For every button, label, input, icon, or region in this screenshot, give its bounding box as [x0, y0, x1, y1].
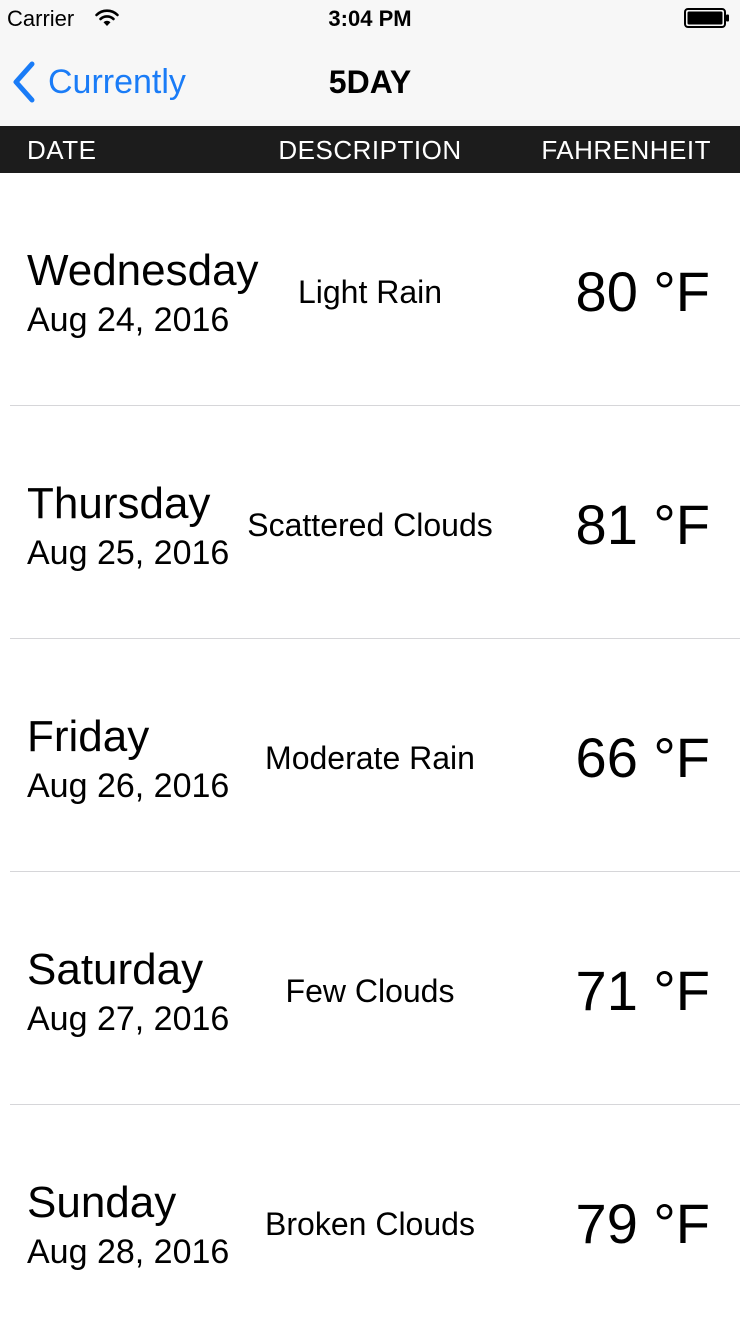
temperature: 80 °F — [575, 260, 710, 323]
status-bar: Carrier 3:04 PM — [0, 0, 740, 38]
forecast-row[interactable]: Wednesday Aug 24, 2016 Light Rain 80 °F — [0, 173, 740, 406]
table-header: DATE DESCRIPTION FAHRENHEIT — [0, 126, 740, 173]
battery-icon — [684, 8, 729, 28]
forecast-row[interactable]: Thursday Aug 25, 2016 Scattered Clouds 8… — [0, 406, 740, 639]
temperature: 79 °F — [575, 1192, 710, 1255]
temperature: 66 °F — [575, 726, 710, 789]
temperature: 81 °F — [575, 493, 710, 556]
forecast-row[interactable]: Saturday Aug 27, 2016 Few Clouds 71 °F — [0, 872, 740, 1105]
status-time: 3:04 PM — [328, 6, 412, 31]
forecast-row[interactable]: Friday Aug 26, 2016 Moderate Rain 66 °F — [0, 639, 740, 872]
forecast-row[interactable]: Sunday Aug 28, 2016 Broken Clouds 79 °F — [0, 1105, 740, 1338]
page-title: 5DAY — [328, 64, 412, 100]
navigation-bar: Currently 5DAY — [0, 38, 740, 126]
column-header-fahrenheit: FAHRENHEIT — [541, 135, 711, 165]
forecast-list[interactable]: Wednesday Aug 24, 2016 Light Rain 80 °F … — [0, 173, 740, 1338]
temperature: 71 °F — [575, 959, 710, 1022]
